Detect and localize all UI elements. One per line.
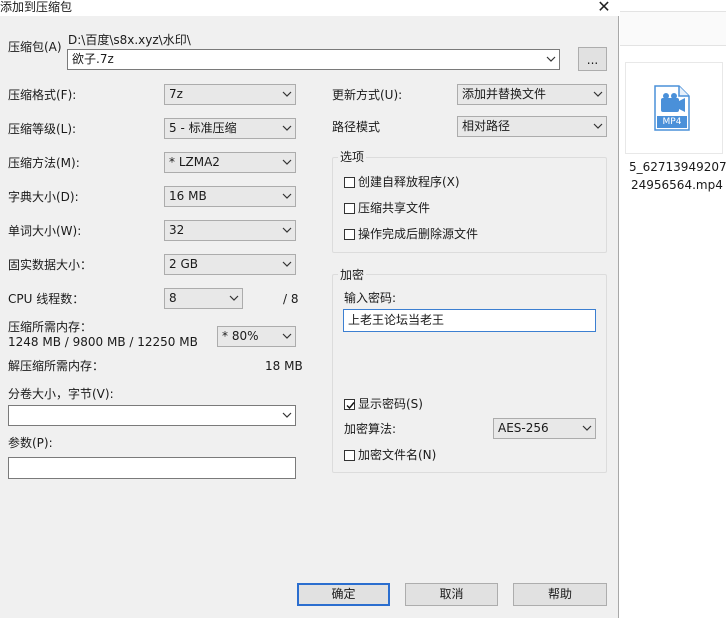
threads-total: / 8 <box>283 292 299 306</box>
chevron-down-icon <box>582 423 592 433</box>
checkbox-box <box>344 399 355 410</box>
file-name-line-2: 24956564.mp4 <box>631 178 723 192</box>
mem-percent-select[interactable]: * 80% <box>217 326 296 347</box>
word-size-label: 单词大小(W): <box>8 224 82 238</box>
chevron-down-icon <box>546 54 556 64</box>
chevron-down-icon <box>282 89 292 99</box>
format-label: 压缩格式(F): <box>8 88 77 102</box>
format-select[interactable]: 7z <box>164 84 296 105</box>
options-group-title: 选项 <box>338 150 367 164</box>
archive-name-value: 欲子.7z <box>72 52 114 66</box>
archive-name-combo[interactable]: 欲子.7z <box>67 49 560 70</box>
file-name-line-1: 5_62713949207 <box>629 160 726 174</box>
chevron-down-icon <box>282 191 292 201</box>
update-mode-value: 添加并替换文件 <box>462 87 547 101</box>
method-select[interactable]: * LZMA2 <box>164 152 296 173</box>
browse-button[interactable]: ... <box>578 47 607 71</box>
encrypt-names-checkbox[interactable]: 加密文件名(N) <box>344 448 436 462</box>
dict-size-value: 16 MB <box>169 189 207 203</box>
mem-compress-value: 1248 MB / 9800 MB / 12250 MB <box>8 335 198 349</box>
threads-value: 8 <box>169 291 177 305</box>
password-input[interactable]: 上老王论坛当老王 <box>343 309 596 332</box>
file-item[interactable]: MP4 <box>625 62 723 154</box>
chevron-down-icon <box>282 259 292 269</box>
encrypt-names-label: 加密文件名(N) <box>358 448 437 462</box>
word-size-value: 32 <box>169 223 185 237</box>
close-icon[interactable]: ✕ <box>592 0 616 17</box>
path-mode-select[interactable]: 相对路径 <box>457 116 607 137</box>
dict-size-select[interactable]: 16 MB <box>164 186 296 207</box>
solid-size-label: 固实数据大小： <box>8 258 93 272</box>
mem-decompress-value: 18 MB <box>265 359 303 373</box>
sfx-checkbox-label: 创建自释放程序(X) <box>358 175 460 189</box>
ok-button[interactable]: 确定 <box>297 583 390 606</box>
checkbox-box <box>344 229 355 240</box>
threads-select[interactable]: 8 <box>164 288 243 309</box>
mem-percent-value: * 80% <box>222 329 259 343</box>
mem-compress-label: 压缩所需内存： <box>8 320 93 334</box>
level-value: 5 - 标准压缩 <box>169 121 237 135</box>
chevron-down-icon <box>282 225 292 235</box>
chevron-down-icon <box>229 293 239 303</box>
dict-size-label: 字典大小(D): <box>8 190 79 204</box>
chevron-down-icon <box>593 89 603 99</box>
shared-files-checkbox[interactable]: 压缩共享文件 <box>344 201 430 215</box>
archive-label: 压缩包(A) <box>8 40 62 54</box>
encryption-group-title: 加密 <box>338 268 367 282</box>
cancel-button[interactable]: 取消 <box>405 583 498 606</box>
mem-decompress-label: 解压缩所需内存： <box>8 359 105 373</box>
checkbox-box <box>344 450 355 461</box>
show-password-checkbox[interactable]: 显示密码(S) <box>344 397 423 411</box>
format-value: 7z <box>169 87 183 101</box>
split-size-label: 分卷大小，字节(V): <box>8 387 114 401</box>
chevron-down-icon <box>282 123 292 133</box>
enc-method-value: AES-256 <box>498 421 549 435</box>
solid-size-select[interactable]: 2 GB <box>164 254 296 275</box>
level-select[interactable]: 5 - 标准压缩 <box>164 118 296 139</box>
enc-method-select[interactable]: AES-256 <box>493 418 596 439</box>
threads-label: CPU 线程数： <box>8 292 85 306</box>
file-type-badge: MP4 <box>662 117 682 127</box>
delete-after-checkbox[interactable]: 操作完成后删除源文件 <box>344 227 478 241</box>
archive-path: D:\百度\s8x.xyz\水印\ <box>68 33 191 47</box>
video-file-icon: MP4 <box>653 85 691 134</box>
path-mode-label: 路径模式 <box>332 120 381 134</box>
help-button[interactable]: 帮助 <box>513 583 607 606</box>
chevron-down-icon <box>282 331 292 341</box>
title-bar: 添加到压缩包 ✕ <box>0 0 619 16</box>
method-value: * LZMA2 <box>169 155 220 169</box>
params-input[interactable] <box>8 457 296 479</box>
chevron-down-icon <box>593 121 603 131</box>
update-mode-select[interactable]: 添加并替换文件 <box>457 84 607 105</box>
chevron-down-icon <box>282 410 292 420</box>
checkbox-box <box>344 203 355 214</box>
checkbox-box <box>344 177 355 188</box>
path-mode-value: 相对路径 <box>462 119 511 133</box>
delete-after-label: 操作完成后删除源文件 <box>358 227 479 241</box>
params-label: 参数(P): <box>8 436 53 450</box>
solid-size-value: 2 GB <box>169 257 198 271</box>
password-label: 输入密码: <box>344 291 397 305</box>
chevron-down-icon <box>282 157 292 167</box>
update-mode-label: 更新方式(U): <box>332 88 403 102</box>
word-size-select[interactable]: 32 <box>164 220 296 241</box>
show-password-label: 显示密码(S) <box>358 397 423 411</box>
add-to-archive-dialog: 添加到压缩包 ✕ 压缩包(A) D:\百度\s8x.xyz\水印\ 欲子.7z … <box>0 0 619 618</box>
explorer-toolbar-strip <box>620 11 726 46</box>
method-label: 压缩方法(M): <box>8 156 80 170</box>
enc-method-label: 加密算法: <box>344 422 397 436</box>
checkmark-icon <box>346 402 355 410</box>
shared-files-label: 压缩共享文件 <box>358 201 431 215</box>
sfx-checkbox[interactable]: 创建自释放程序(X) <box>344 175 460 189</box>
dialog-title: 添加到压缩包 <box>0 0 73 14</box>
split-size-combo[interactable] <box>8 405 296 426</box>
level-label: 压缩等级(L): <box>8 122 77 136</box>
